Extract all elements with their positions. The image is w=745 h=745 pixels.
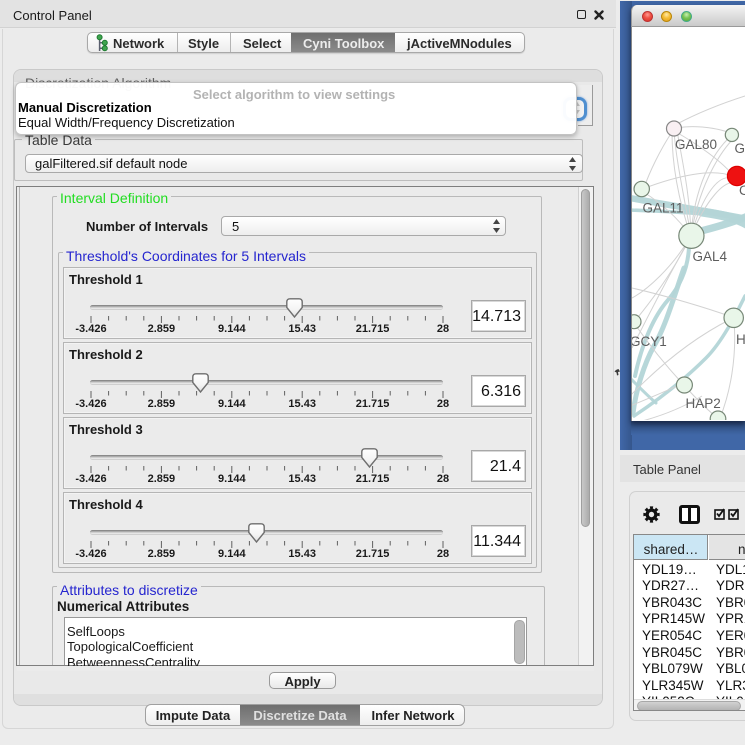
svg-text:C: C	[739, 183, 745, 198]
svg-text:G.: G.	[735, 141, 745, 156]
svg-text:HAP2: HAP2	[686, 396, 721, 411]
svg-text:GCY1: GCY1	[632, 334, 667, 349]
svg-text:GAL4: GAL4	[693, 249, 728, 264]
svg-text:H: H	[736, 332, 745, 347]
svg-text:GAL11: GAL11	[643, 201, 684, 216]
svg-text:GAL80: GAL80	[675, 137, 717, 152]
